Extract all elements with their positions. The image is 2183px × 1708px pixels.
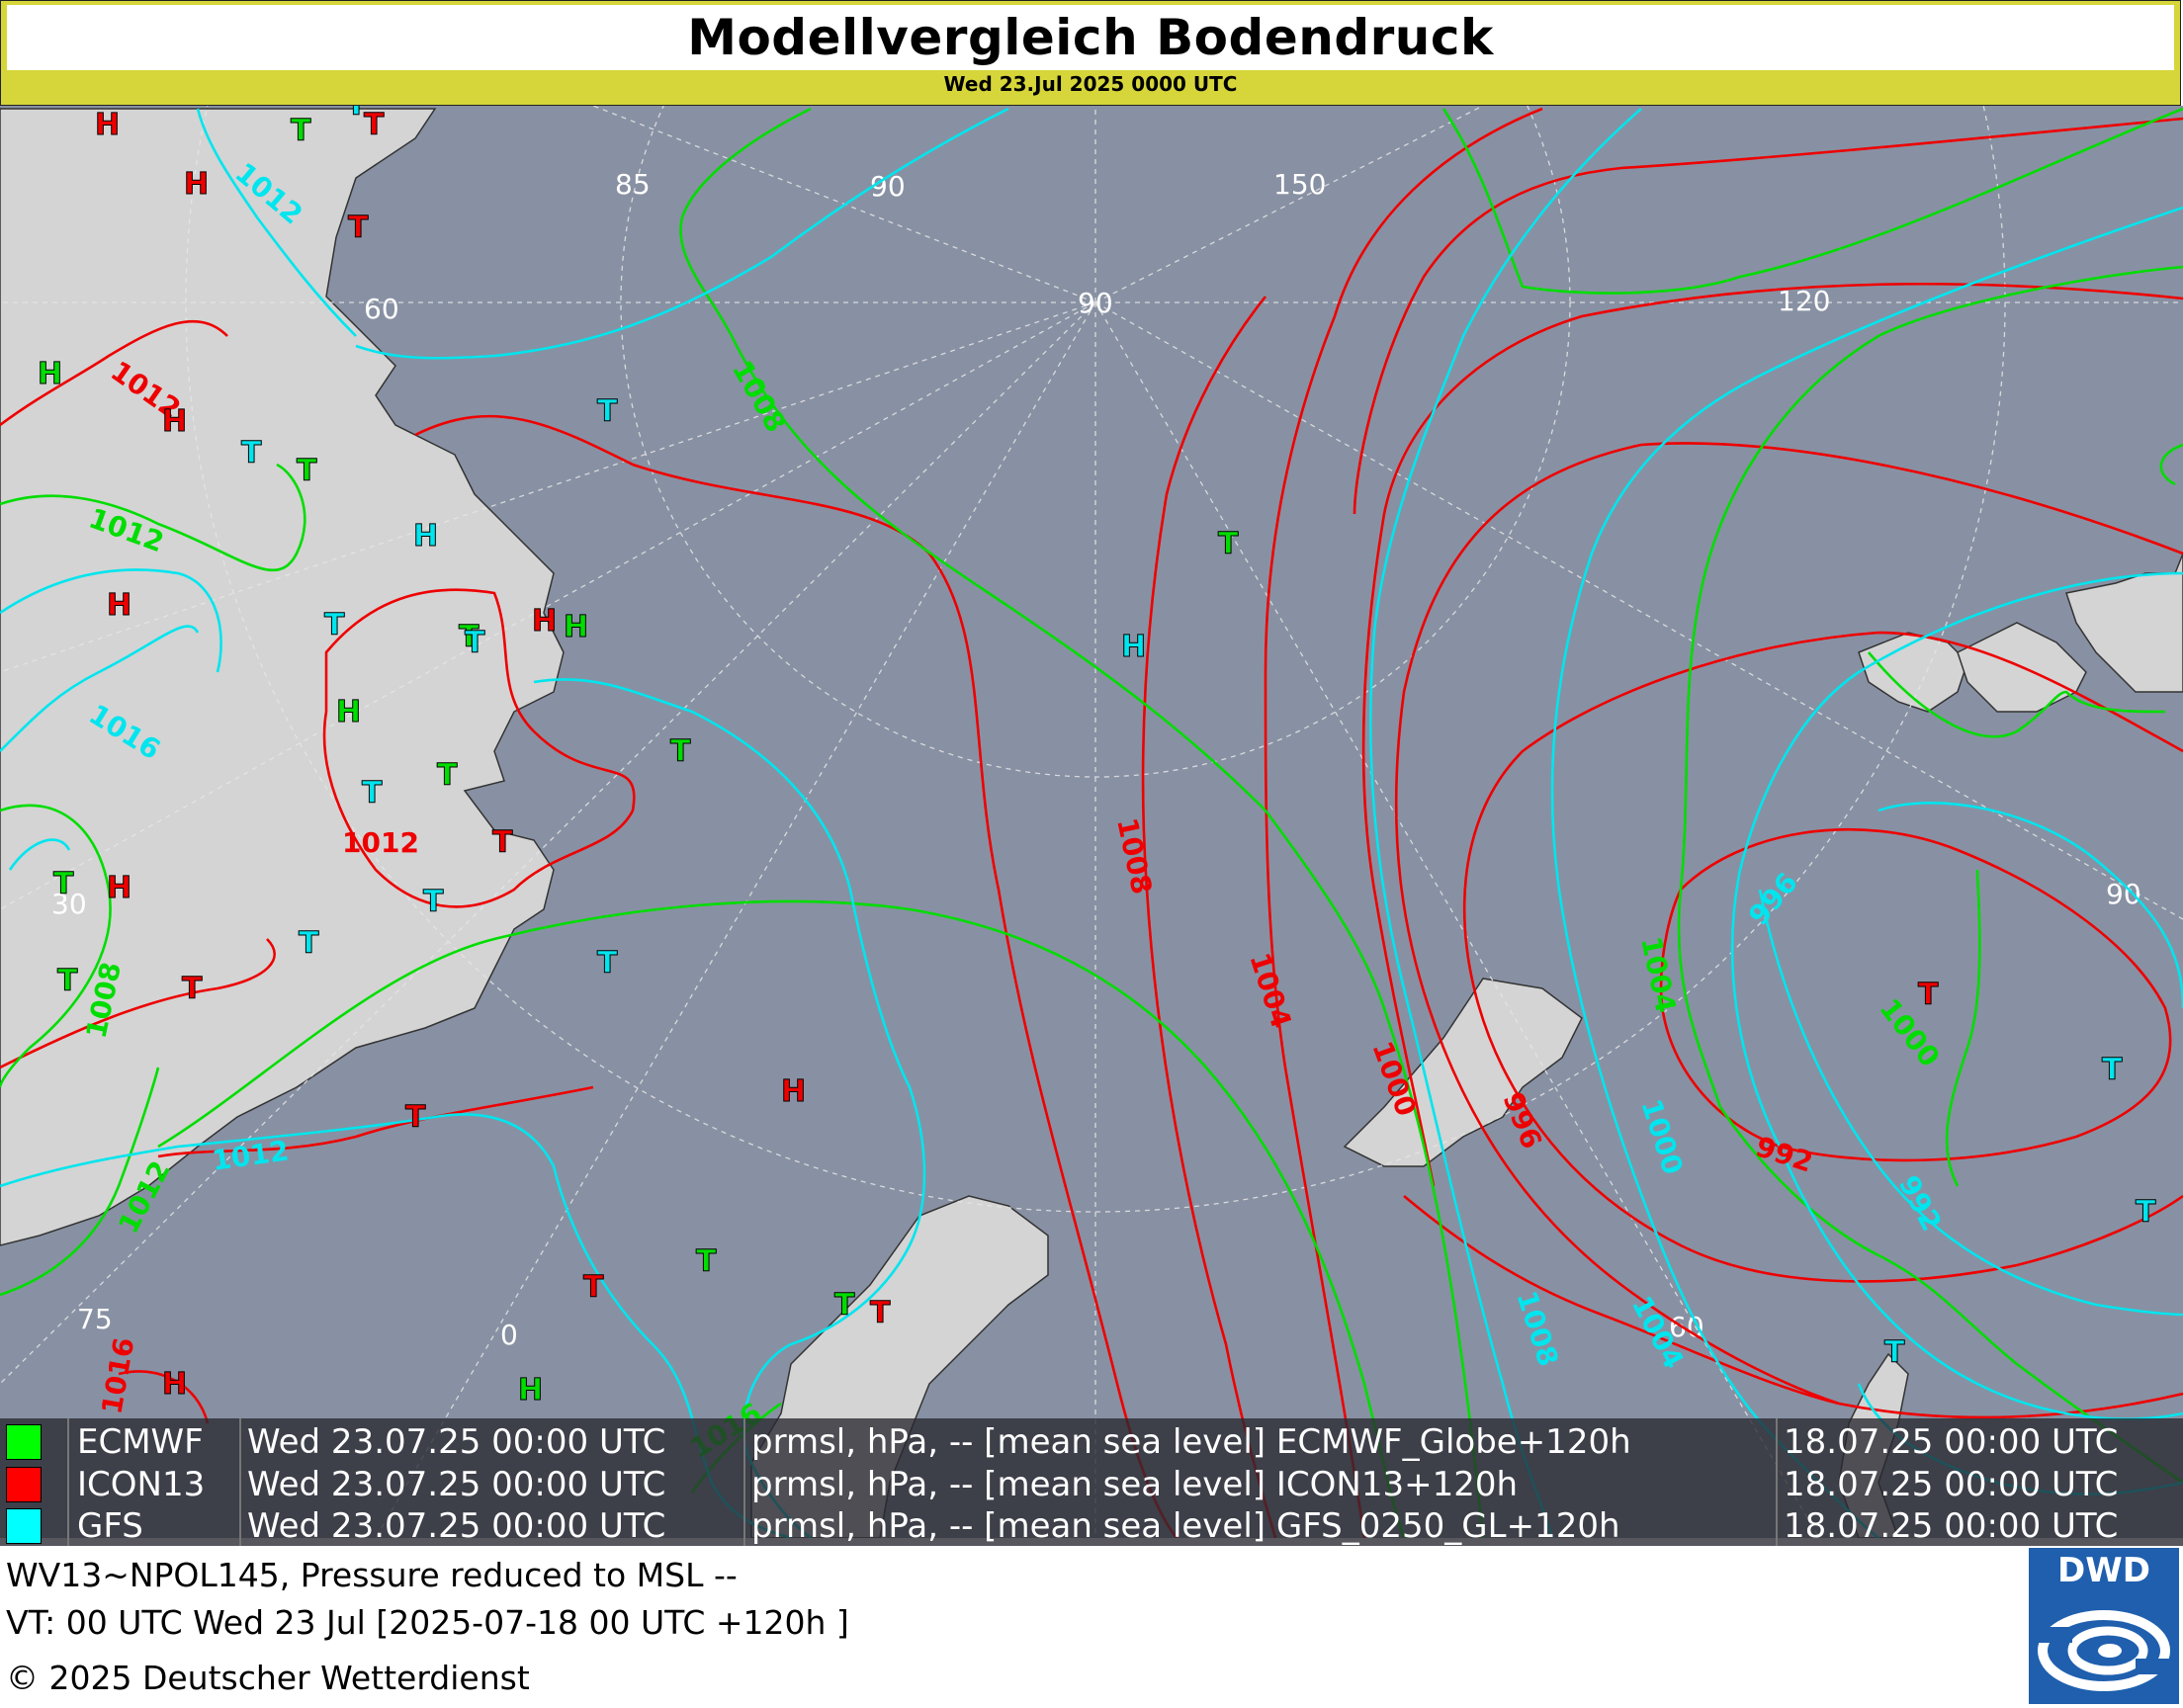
gfs-low-marker: T	[2102, 1053, 2123, 1087]
icon-high-marker: H	[162, 404, 187, 439]
grid-label-90b: 90	[1078, 287, 1113, 319]
legend-valid-time: Wed 23.07.25 00:00 UTC	[247, 1465, 666, 1504]
legend-run-time: 18.07.25 00:00 UTC	[1784, 1422, 2119, 1462]
dwd-logo-text: DWD	[2057, 1551, 2150, 1590]
legend-row-icon13: ICON13 Wed 23.07.25 00:00 UTC prmsl, hPa…	[0, 1463, 2183, 1504]
legend-divider	[743, 1418, 745, 1546]
gfs-low-marker: T	[299, 926, 319, 961]
gfs-low-marker: T	[362, 776, 383, 811]
title-bar: Modellvergleich Bodendruck Wed 23.Jul 20…	[0, 0, 2181, 106]
icon-high-marker: H	[532, 604, 557, 639]
icon-low-marker: T	[364, 108, 385, 142]
legend-model-name: GFS	[77, 1506, 143, 1546]
footer-valid-time-line: VT: 00 UTC Wed 23 Jul [2025-07-18 00 UTC…	[6, 1603, 849, 1642]
gfs-low-marker: T	[1884, 1335, 1905, 1370]
icon-high-marker: H	[184, 167, 209, 202]
icon-high-marker: H	[107, 588, 131, 623]
grid-label-75: 75	[77, 1303, 113, 1335]
ecmwf-low-marker: T	[696, 1244, 717, 1279]
dwd-swirl-icon	[2029, 1593, 2179, 1704]
icon-high-marker: H	[95, 108, 120, 142]
ecmwf-high-marker: H	[38, 357, 62, 391]
legend-model-name: ECMWF	[77, 1422, 204, 1462]
footer-copyright: © 2025 Deutscher Wetterdienst	[6, 1659, 530, 1697]
ecmwf-low-marker: T	[834, 1288, 855, 1323]
map-title: Modellvergleich Bodendruck	[687, 9, 1494, 66]
gfs-low-marker: T	[423, 885, 444, 919]
gfs-high-marker: H	[413, 519, 438, 554]
legend-valid-time: Wed 23.07.25 00:00 UTC	[247, 1422, 666, 1462]
icon-low-marker: T	[182, 972, 203, 1006]
ecmwf-low-marker: T	[670, 734, 691, 769]
grid-label-85: 85	[615, 168, 651, 201]
gfs-low-marker: T	[597, 394, 618, 429]
gfs-high-marker: H	[1121, 630, 1146, 664]
legend-valid-time: Wed 23.07.25 00:00 UTC	[247, 1506, 666, 1546]
ecmwf-low-marker: T	[57, 964, 78, 998]
grid-label-150: 150	[1273, 168, 1326, 201]
legend-run-time: 18.07.25 00:00 UTC	[1784, 1465, 2119, 1504]
legend-row-ecmwf: ECMWF Wed 23.07.25 00:00 UTC prmsl, hPa,…	[0, 1420, 2183, 1462]
gfs-low-marker: T	[324, 608, 345, 642]
icon-low-marker: T	[870, 1296, 891, 1330]
pressure-map: 85 90 150 60 90 120 30 90 75 0 60 1012 1…	[0, 106, 2183, 1538]
ecmwf-high-marker: H	[518, 1373, 543, 1408]
icon-high-marker: H	[107, 871, 131, 905]
legend-parameter: prmsl, hPa, -- [mean sea level] GFS_0250…	[751, 1506, 1620, 1546]
grid-label-0: 0	[500, 1319, 518, 1351]
gfs-low-marker: T	[346, 106, 367, 123]
footer-product-line: WV13~NPOL145, Pressure reduced to MSL --	[6, 1556, 738, 1594]
gfs-low-marker: T	[597, 946, 618, 981]
ecmwf-low-marker: T	[297, 454, 317, 488]
dwd-logo: DWD	[2029, 1548, 2179, 1704]
legend-run-time: 18.07.25 00:00 UTC	[1784, 1506, 2119, 1546]
ecmwf-low-marker: T	[291, 114, 311, 148]
icon-high-marker: H	[162, 1367, 187, 1402]
gfs-low-marker: T	[241, 436, 262, 470]
icon-low-marker: T	[492, 825, 513, 860]
icon-low-marker: T	[583, 1270, 604, 1305]
legend-row-gfs: GFS Wed 23.07.25 00:00 UTC prmsl, hPa, -…	[0, 1504, 2183, 1546]
icon13-color-swatch	[6, 1467, 42, 1502]
ecmwf-high-marker: H	[336, 695, 361, 729]
grid-label-60a: 60	[364, 293, 399, 325]
legend-parameter: prmsl, hPa, -- [mean sea level] ECMWF_Gl…	[751, 1422, 1631, 1462]
grid-label-90c: 90	[2106, 878, 2141, 910]
legend-divider	[239, 1418, 241, 1546]
legend-parameter: prmsl, hPa, -- [mean sea level] ICON13+1…	[751, 1465, 1519, 1504]
gfs-low-marker: T	[465, 626, 485, 660]
icon-label-1012b: 1012	[342, 826, 419, 859]
legend-divider	[1776, 1418, 1778, 1546]
ecmwf-low-marker: T	[437, 758, 458, 793]
ecmwf-high-marker: H	[564, 610, 588, 644]
ecmwf-low-marker: T	[53, 867, 74, 901]
legend-divider	[67, 1418, 69, 1546]
icon-low-marker: T	[1918, 978, 1939, 1012]
gfs-low-marker: T	[2136, 1195, 2156, 1230]
icon-low-marker: T	[348, 211, 369, 245]
legend-model-name: ICON13	[77, 1465, 206, 1504]
gfs-color-swatch	[6, 1508, 42, 1544]
icon-high-marker: H	[781, 1074, 806, 1109]
ecmwf-low-marker: T	[1218, 527, 1239, 561]
map-subtitle: Wed 23.Jul 2025 0000 UTC	[943, 72, 1238, 96]
grid-label-90a: 90	[870, 170, 906, 203]
icon-low-marker: T	[405, 1100, 426, 1135]
ecmwf-color-swatch	[6, 1424, 42, 1460]
footer: WV13~NPOL145, Pressure reduced to MSL --…	[0, 1546, 2183, 1708]
